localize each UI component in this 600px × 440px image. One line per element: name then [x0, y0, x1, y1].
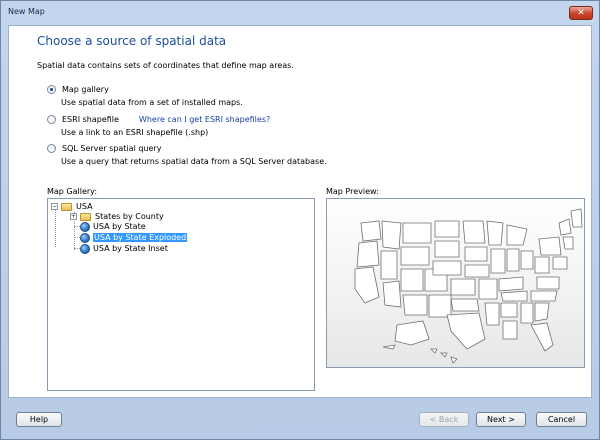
map-gallery-hint: Use spatial data from a set of installed… [61, 98, 243, 107]
folder-icon [80, 212, 91, 221]
folder-open-icon [61, 202, 72, 211]
back-button[interactable]: < Back [419, 412, 469, 427]
wizard-content: Choose a source of spatial data Spatial … [8, 25, 592, 398]
tree-item-label: USA by State Inset [93, 244, 168, 253]
page-heading: Choose a source of spatial data [37, 34, 227, 48]
radio-option-esri-shapefile[interactable]: ESRI shapefile Where can I get ESRI shap… [47, 115, 270, 124]
wizard-footer: Help < Back Next > Cancel [1, 399, 599, 439]
cancel-button[interactable]: Cancel [536, 412, 587, 427]
tree-item-usa-by-state-exploded[interactable]: USA by State Exploded [80, 232, 188, 243]
esri-help-link[interactable]: Where can I get ESRI shapefiles? [139, 115, 270, 124]
tree-item-label: USA by State [93, 222, 146, 231]
tree-item-usa-by-state[interactable]: USA by State [80, 221, 146, 232]
expand-icon[interactable]: + [70, 213, 77, 220]
collapse-icon[interactable]: − [51, 203, 58, 210]
tree-item-label: USA by State Exploded [93, 233, 188, 242]
tree-item-label: States by County [95, 212, 164, 221]
tree-item-label: USA [76, 202, 93, 211]
new-map-dialog: New Map ✕ Choose a source of spatial dat… [0, 0, 600, 440]
map-gallery-tree[interactable]: − USA + States by County USA by State US… [47, 198, 315, 391]
help-button[interactable]: Help [16, 412, 62, 427]
map-gallery-label-heading: Map Gallery: [47, 187, 98, 196]
globe-icon [80, 232, 90, 243]
tree-connector [55, 210, 56, 247]
radio-option-sql-query[interactable]: SQL Server spatial query [47, 144, 161, 153]
window-title: New Map [8, 7, 45, 16]
map-gallery-radio[interactable] [47, 85, 56, 94]
globe-icon [80, 243, 90, 254]
usa-exploded-map-image [354, 208, 583, 364]
map-preview-label: Map Preview: [326, 187, 379, 196]
map-gallery-label: Map gallery [62, 85, 109, 94]
tree-item-usa-by-state-inset[interactable]: USA by State Inset [80, 243, 168, 254]
sql-query-label: SQL Server spatial query [62, 144, 162, 153]
sql-query-radio[interactable] [47, 144, 56, 153]
globe-icon [80, 221, 90, 232]
next-button[interactable]: Next > [476, 412, 526, 427]
map-preview [326, 198, 585, 368]
page-description: Spatial data contains sets of coordinate… [37, 61, 294, 70]
esri-shapefile-radio[interactable] [47, 115, 56, 124]
radio-option-map-gallery[interactable]: Map gallery [47, 85, 109, 94]
esri-shapefile-label: ESRI shapefile [62, 115, 119, 124]
close-button[interactable]: ✕ [569, 6, 593, 20]
title-bar: New Map ✕ [1, 1, 599, 25]
esri-shapefile-hint: Use a link to an ESRI shapefile (.shp) [61, 128, 209, 137]
sql-query-hint: Use a query that returns spatial data fr… [61, 157, 327, 166]
